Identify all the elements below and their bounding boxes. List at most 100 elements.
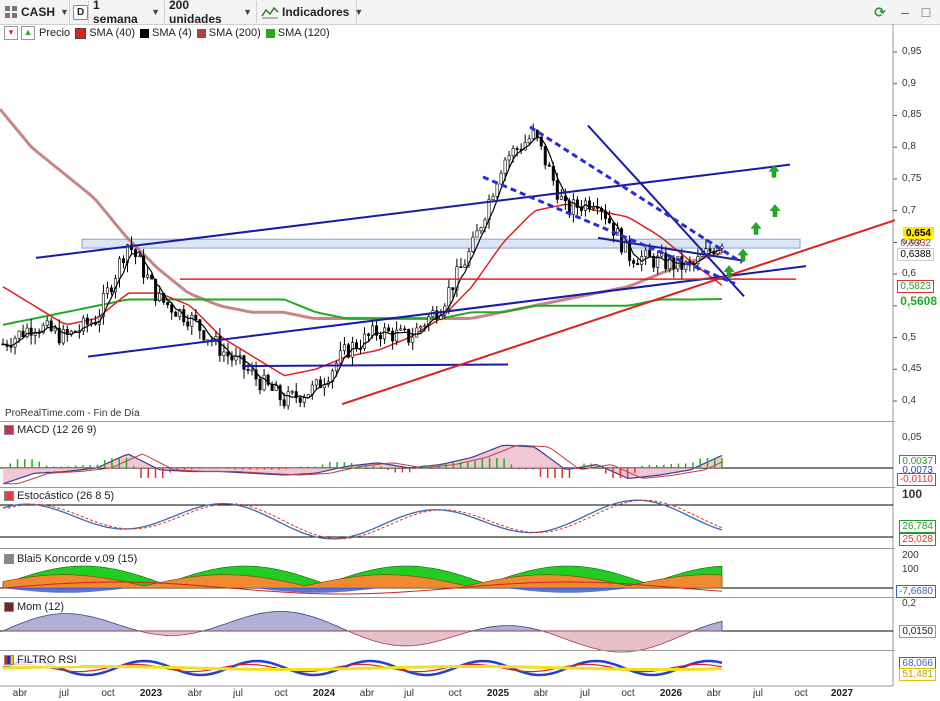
time-axis-label: abr bbox=[706, 688, 722, 699]
candle-body bbox=[117, 258, 121, 279]
panel-title: Estocástico (26 8 5) bbox=[17, 490, 115, 502]
sma4-line bbox=[2, 136, 723, 399]
time-axis-label: oct bbox=[794, 688, 808, 699]
time-axis-label: oct bbox=[274, 688, 288, 699]
candle-body bbox=[166, 301, 170, 306]
candle-body bbox=[45, 320, 49, 326]
candle-body bbox=[230, 355, 234, 361]
candle-body bbox=[407, 328, 411, 343]
candle-body bbox=[85, 317, 89, 325]
candle-body bbox=[53, 327, 57, 332]
candle-body bbox=[395, 329, 399, 342]
stoch-axis-label: 100 bbox=[902, 487, 923, 501]
candle-body bbox=[170, 304, 174, 313]
panel-title: Blai5 Koncorde v.09 (15) bbox=[17, 553, 138, 565]
time-axis-label: abr bbox=[359, 688, 375, 699]
candle-body bbox=[105, 287, 109, 294]
time-axis-label: oct bbox=[101, 688, 115, 699]
candle-body bbox=[226, 351, 230, 357]
rsi-label[interactable]: FILTRO RSI bbox=[4, 654, 80, 666]
koncorde-axis-100: 100 bbox=[902, 564, 919, 575]
price-axis-label: 0,95 bbox=[902, 46, 922, 57]
candle-body bbox=[708, 248, 712, 252]
candle-body bbox=[371, 325, 375, 336]
candle-body bbox=[543, 145, 547, 166]
candle-body bbox=[314, 379, 318, 386]
candle-body bbox=[559, 195, 563, 200]
price-axis-label: 0,4 bbox=[902, 395, 916, 406]
macd-axis-label: 0,05 bbox=[902, 432, 922, 443]
candle-body bbox=[29, 327, 33, 336]
candle-body bbox=[511, 148, 515, 157]
stoch-k-tag: 26,784 bbox=[899, 520, 936, 533]
mom-axis-label: 0,2 bbox=[902, 598, 916, 609]
price-axis-label: 0,85 bbox=[902, 109, 922, 121]
sma40-tag: 0,5823 bbox=[897, 280, 934, 293]
candle-body bbox=[608, 218, 612, 224]
time-axis-label: 2023 bbox=[139, 688, 163, 699]
candle-body bbox=[198, 319, 202, 331]
candle-body bbox=[383, 327, 387, 340]
stochastic-label[interactable]: Estocástico (26 8 5) bbox=[4, 490, 118, 502]
macd-panel[interactable] bbox=[0, 421, 895, 489]
momentum-label[interactable]: Mom (12) bbox=[4, 601, 68, 613]
candle-body bbox=[49, 320, 53, 332]
time-axis-label: jul bbox=[58, 688, 70, 699]
stochastic-panel[interactable] bbox=[0, 487, 895, 550]
candle-body bbox=[190, 314, 194, 327]
candle-body bbox=[194, 314, 198, 320]
panel-title: MACD (12 26 9) bbox=[17, 424, 97, 436]
macd-label[interactable]: MACD (12 26 9) bbox=[4, 424, 100, 436]
candle-body bbox=[672, 257, 676, 270]
candle-body bbox=[451, 287, 455, 291]
candle-body bbox=[61, 329, 65, 344]
watermark: ProRealTime.com - Fin de Día bbox=[5, 408, 140, 419]
candle-body bbox=[475, 230, 479, 238]
candle-body bbox=[302, 397, 306, 403]
panel-title: Mom (12) bbox=[17, 601, 65, 613]
stoch-d-tag: 25,028 bbox=[899, 533, 936, 546]
time-axis-label: 2025 bbox=[486, 688, 510, 699]
candle-body bbox=[21, 330, 25, 338]
momentum-panel[interactable] bbox=[0, 597, 895, 652]
koncorde-label[interactable]: Blai5 Koncorde v.09 (15) bbox=[4, 553, 141, 565]
time-axis-label: jul bbox=[232, 688, 244, 699]
price-axis-label: 0,8 bbox=[902, 141, 916, 153]
macd-hist-tag: -0,0110 bbox=[896, 473, 936, 486]
rsi-tag-2: 51,481 bbox=[899, 668, 936, 681]
candle-body bbox=[387, 327, 391, 332]
candle-body bbox=[379, 334, 383, 340]
candle-body bbox=[242, 355, 246, 370]
mom-tag: 0,0150 bbox=[899, 625, 936, 638]
price-axis-label: 0,6 bbox=[902, 268, 916, 280]
candle-body bbox=[459, 266, 463, 269]
candle-body bbox=[648, 249, 652, 257]
candle-body bbox=[644, 249, 648, 257]
candle-body bbox=[258, 378, 262, 391]
price-axis-label: 0,75 bbox=[902, 172, 922, 184]
candle-body bbox=[158, 293, 162, 302]
candle-body bbox=[720, 245, 724, 249]
candle-body bbox=[411, 336, 415, 343]
buy-arrow-icon bbox=[750, 222, 762, 235]
price-axis-label: 0,9 bbox=[902, 77, 916, 89]
candle-body bbox=[109, 287, 113, 293]
candle-body bbox=[262, 374, 266, 391]
macd-icon bbox=[4, 425, 14, 435]
candle-body bbox=[587, 200, 591, 210]
candle-body bbox=[338, 350, 342, 364]
price-axis-label: 0,45 bbox=[902, 363, 922, 375]
sma120-tag: 0,5608 bbox=[897, 295, 940, 308]
candle-body bbox=[507, 155, 511, 161]
candle-body bbox=[547, 164, 551, 167]
candle-body bbox=[274, 385, 278, 391]
time-axis-label: abr bbox=[533, 688, 549, 699]
support-line bbox=[241, 363, 509, 368]
time-axis-label: oct bbox=[621, 688, 635, 699]
time-axis-label: 2026 bbox=[659, 688, 683, 699]
rsi-panel[interactable] bbox=[0, 650, 895, 687]
candle-body bbox=[571, 199, 575, 215]
koncorde-tag: -7,6680 bbox=[896, 585, 936, 598]
dashed-trend-line-2 bbox=[482, 175, 736, 285]
candle-body bbox=[122, 258, 126, 264]
